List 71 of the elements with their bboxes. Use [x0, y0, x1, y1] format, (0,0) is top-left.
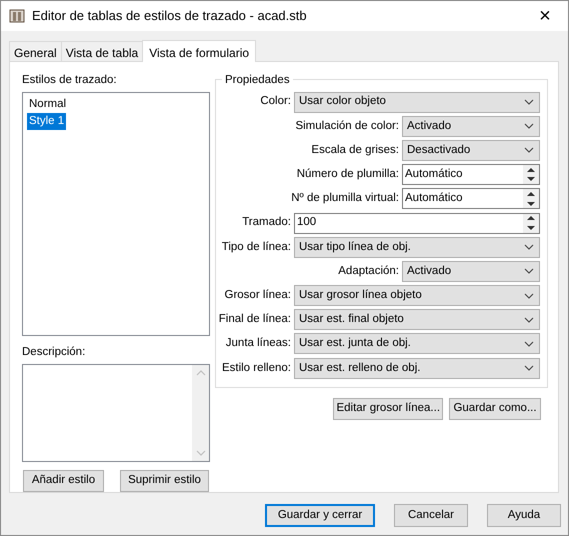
list-item[interactable]: Normal	[27, 96, 68, 114]
field-value: Activado	[407, 264, 452, 279]
scroll-up-icon	[196, 370, 206, 376]
chevron-down-icon	[524, 340, 534, 347]
style-list[interactable]: Normal Style 1	[22, 92, 210, 336]
field-label: Color:	[259, 94, 292, 110]
dialog-button[interactable]: Guardar y cerrar	[265, 504, 375, 527]
field-label: Estilos de trazado:	[22, 73, 118, 88]
spin-up-icon	[527, 192, 535, 196]
chevron-down-icon	[524, 365, 534, 372]
field-value: Activado	[407, 118, 452, 134]
chevron-down-icon	[524, 147, 534, 154]
chevron-down-icon	[524, 292, 534, 299]
field-value: Desactivado	[407, 142, 472, 158]
dropdown[interactable]: Activado	[402, 260, 540, 282]
chevron-down-icon	[524, 244, 534, 250]
spin-down-icon	[527, 177, 535, 182]
dropdown[interactable]: Usar grosor línea objeto	[294, 285, 540, 306]
list-item[interactable]: Style 1	[27, 113, 66, 130]
field-label: Adaptación:	[337, 264, 400, 279]
action-button[interactable]: Guardar como...	[449, 398, 541, 420]
action-button[interactable]: Editar grosor línea...	[333, 398, 444, 420]
spinner-field[interactable]: Automático	[402, 164, 540, 186]
field-value: Usar tipo línea de obj.	[299, 240, 412, 255]
field-value: Automático	[405, 191, 464, 206]
field-label: Simulación de color:	[294, 118, 400, 134]
dropdown[interactable]: Usar est. relleno de obj.	[294, 358, 540, 379]
field-value: Usar color objeto	[299, 94, 387, 110]
description-field[interactable]	[22, 364, 210, 462]
spinner-field[interactable]: Automático	[402, 188, 540, 210]
field-label: Grosor línea:	[224, 288, 292, 303]
chevron-down-icon	[524, 99, 534, 106]
close-button[interactable]: ×	[522, 1, 568, 31]
spin-down-icon	[527, 202, 535, 206]
dropdown[interactable]: Usar est. final objeto	[294, 309, 540, 330]
chevron-down-icon	[524, 316, 534, 323]
dropdown[interactable]: Usar color objeto	[294, 92, 540, 113]
field-label: Escala de grises:	[310, 142, 400, 158]
dropdown[interactable]: Usar est. junta de obj.	[294, 333, 540, 354]
window-title: Editor de tablas de estilos de trazado - acad.stb	[32, 7, 308, 26]
app-icon	[9, 8, 25, 24]
field-value: Automático	[405, 167, 464, 182]
field-label: Junta líneas:	[224, 336, 292, 352]
dropdown[interactable]: Activado	[402, 116, 540, 137]
field-label: Final de línea:	[218, 312, 292, 328]
field-value: Usar est. junta de obj.	[299, 336, 412, 352]
dropdown[interactable]: Desactivado	[402, 140, 540, 161]
chevron-down-icon	[524, 123, 534, 130]
chevron-down-icon	[524, 268, 534, 274]
spin-down-icon	[527, 226, 535, 230]
tab[interactable]: Vista de formulario	[142, 40, 256, 62]
field-label: Tipo de línea:	[220, 240, 292, 255]
dropdown[interactable]: Usar tipo línea de obj.	[294, 236, 540, 258]
spinner-field[interactable]: 100	[294, 212, 540, 234]
field-value: Usar est. relleno de obj.	[299, 360, 422, 376]
field-label: Nº de plumilla virtual:	[290, 191, 400, 206]
spin-up-icon	[527, 216, 535, 220]
field-value: Usar grosor línea objeto	[299, 288, 423, 303]
field-value: 100	[297, 215, 318, 230]
field-value: Usar est. final objeto	[299, 312, 405, 328]
field-label: Estilo relleno:	[220, 360, 292, 376]
tab[interactable]: General	[9, 41, 62, 61]
field-label: Descripción:	[22, 344, 86, 360]
field-label: Número de plumilla:	[296, 167, 400, 182]
spin-up-icon	[527, 168, 535, 172]
action-button[interactable]: Suprimir estilo	[120, 470, 209, 492]
field-label: Tramado:	[241, 215, 292, 230]
action-button[interactable]: Añadir estilo	[23, 470, 104, 492]
dialog-button[interactable]: Cancelar	[394, 504, 468, 527]
scroll-down-icon	[196, 450, 206, 456]
dialog-button[interactable]: Ayuda	[487, 504, 561, 527]
